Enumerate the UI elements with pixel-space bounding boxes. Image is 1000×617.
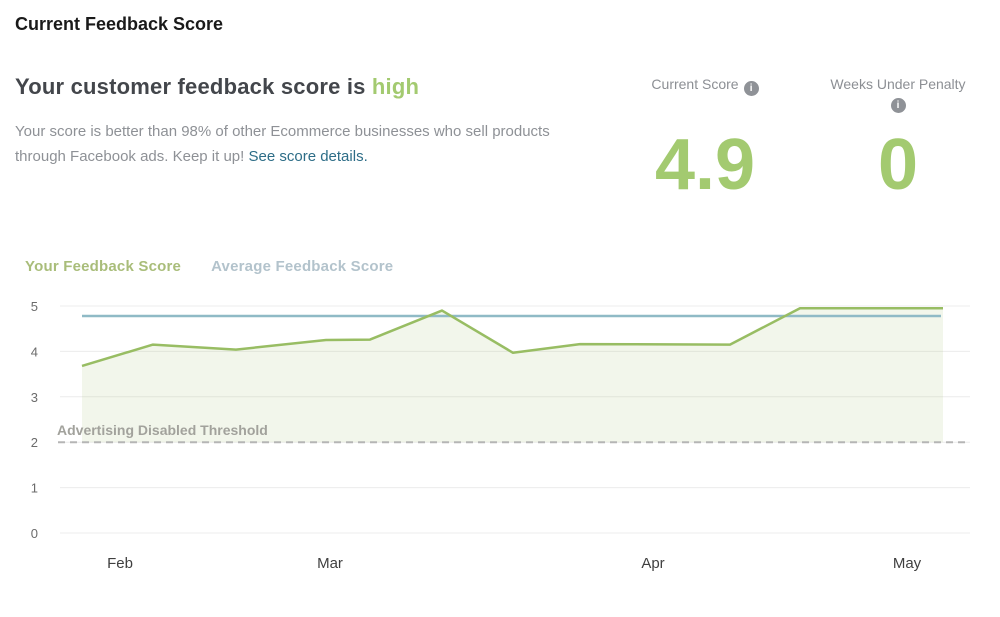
weeks-under-penalty-value: 0 bbox=[877, 125, 919, 205]
x-axis-tick-label: May bbox=[893, 555, 922, 572]
feedback-score-chart: 0 1 2 3 4 5 Advertising Disabled Threshold Feb M… bbox=[31, 299, 970, 572]
y-axis-tick-label: 4 bbox=[31, 344, 38, 359]
legend-average-feedback-score[interactable]: Average Feedback Score bbox=[211, 258, 393, 275]
feedback-score-page: Current Feedback Score Your customer fee… bbox=[0, 0, 1000, 617]
x-axis-tick-label: Mar bbox=[317, 555, 343, 572]
see-score-details-link[interactable]: See score details. bbox=[249, 148, 368, 165]
weeks-under-penalty-stat: Weeks Under Penalty i 0 bbox=[818, 76, 978, 206]
threshold-label: Advertising Disabled Threshold bbox=[57, 422, 268, 438]
chart-legend: Your Feedback Score Average Feedback Sco… bbox=[25, 258, 393, 275]
page-title: Current Feedback Score bbox=[15, 14, 224, 34]
headline-text: Your customer feedback score is bbox=[15, 74, 372, 99]
info-icon[interactable]: i bbox=[890, 98, 906, 113]
weeks-under-penalty-label: Weeks Under Penalty bbox=[830, 76, 966, 92]
info-icon[interactable]: i bbox=[743, 81, 759, 96]
x-axis-tick-label: Apr bbox=[641, 555, 664, 572]
headline-status: high bbox=[371, 74, 420, 99]
current-score-value: 4.9 bbox=[654, 125, 756, 205]
current-score-label: Current Score bbox=[651, 76, 739, 92]
y-axis-tick-label: 1 bbox=[31, 481, 38, 496]
x-axis-tick-label: Feb bbox=[107, 555, 133, 572]
y-axis-tick-label: 2 bbox=[31, 435, 38, 450]
current-score-label-row: Current Score i bbox=[625, 76, 785, 96]
headline: Your customer feedback score is high bbox=[15, 74, 419, 100]
legend-your-feedback-score[interactable]: Your Feedback Score bbox=[25, 258, 181, 275]
y-axis-tick-label: 5 bbox=[31, 299, 38, 314]
y-axis-tick-label: 0 bbox=[31, 526, 38, 541]
current-score-stat: Current Score i 4.9 bbox=[625, 76, 785, 206]
score-description: Your score is better than 98% of other E… bbox=[15, 119, 575, 169]
y-axis-tick-label: 3 bbox=[31, 390, 38, 405]
